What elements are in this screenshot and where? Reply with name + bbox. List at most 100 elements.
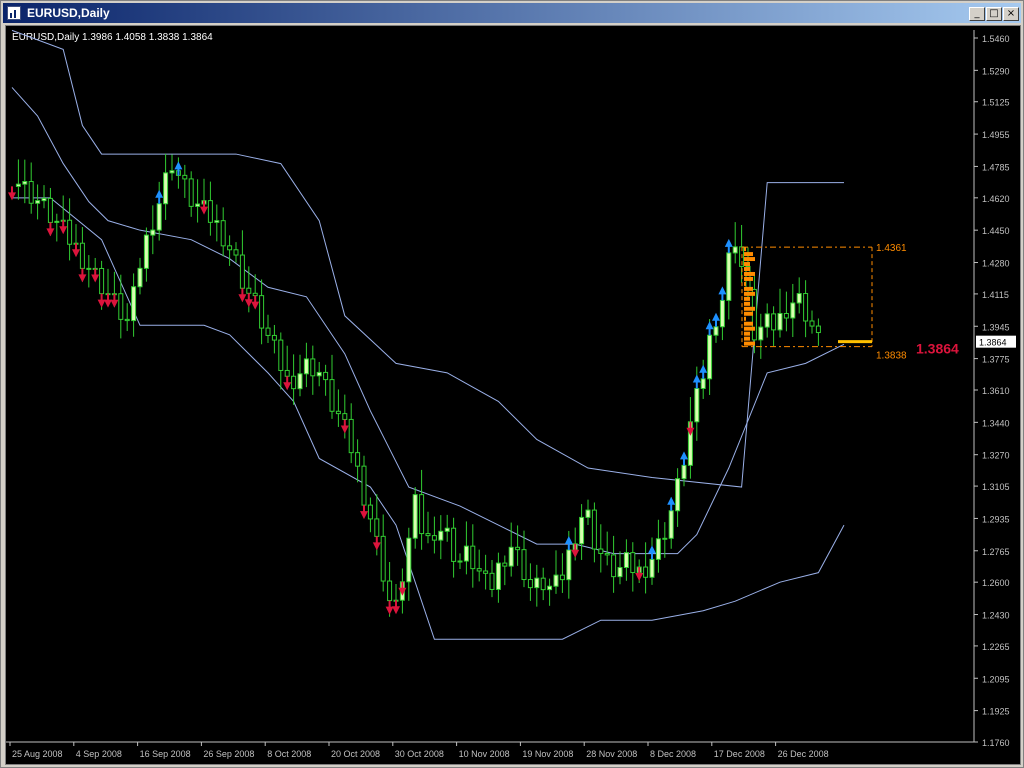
- candle-body: [335, 410, 341, 415]
- volume-profile-bar: [744, 252, 753, 257]
- x-tick-label: 25 Aug 2008: [12, 749, 63, 759]
- candle-body: [803, 293, 809, 322]
- sell-arrow-icon: [251, 295, 260, 310]
- candle-body: [163, 172, 169, 205]
- candle-body: [297, 373, 303, 390]
- minimize-button[interactable]: _: [969, 7, 985, 21]
- y-tick-label: 1.2600: [982, 578, 1010, 588]
- x-tick-label: 16 Sep 2008: [140, 749, 191, 759]
- sell-arrow-icon: [200, 200, 208, 215]
- candle-body: [342, 413, 348, 420]
- sell-arrow-icon: [97, 293, 106, 308]
- candle-body: [777, 312, 783, 331]
- x-tick-label: 30 Oct 2008: [395, 749, 444, 759]
- candle-body: [355, 452, 361, 467]
- y-tick-label: 1.5460: [982, 34, 1010, 44]
- candle-body: [303, 358, 309, 375]
- buy-arrow-icon: [724, 238, 733, 253]
- buy-arrow-icon: [174, 161, 183, 176]
- y-tick-label: 1.5290: [982, 66, 1010, 76]
- candle-body: [451, 527, 457, 562]
- sell-arrow-icon: [340, 419, 349, 434]
- y-tick-label: 1.4620: [982, 194, 1010, 204]
- sell-arrow-icon: [283, 376, 292, 391]
- candle-body: [815, 325, 821, 334]
- candle-body: [329, 379, 335, 412]
- candle-body: [790, 302, 796, 319]
- candle-body: [559, 574, 565, 581]
- volume-profile-bar: [744, 296, 750, 301]
- candle-body: [502, 562, 508, 567]
- channel-line-outer-upper: [11, 29, 844, 488]
- candle-body: [233, 249, 239, 256]
- buy-arrow-icon: [699, 364, 708, 379]
- candle-body: [28, 181, 34, 204]
- volume-profile-bar: [744, 276, 753, 281]
- range-high-label: 1.4361: [876, 243, 907, 254]
- candle-body: [367, 504, 373, 520]
- volume-profile-bar: [744, 247, 746, 252]
- candle-body: [553, 574, 559, 587]
- candle-body: [527, 579, 533, 589]
- big-price-label: 1.3864: [916, 341, 959, 357]
- buy-arrow-icon: [705, 321, 714, 336]
- range-low-label: 1.3838: [876, 351, 907, 362]
- volume-profile-bar: [744, 267, 750, 271]
- volume-profile-bar: [744, 301, 750, 306]
- volume-profile-bar: [744, 257, 755, 262]
- candle-body: [419, 494, 425, 535]
- candle-body: [463, 545, 469, 562]
- y-tick-label: 1.4785: [982, 162, 1010, 172]
- volume-profile-bar: [744, 341, 755, 346]
- candle-body: [444, 527, 450, 532]
- candle-body: [591, 509, 597, 550]
- candle-body: [220, 220, 226, 247]
- candle-body: [719, 299, 725, 328]
- candle-body: [380, 535, 386, 582]
- volume-profile-bar: [744, 271, 755, 276]
- terminal-window: EURUSD,Daily _ □ × EURUSD,Daily 1.3986 1…: [0, 0, 1024, 768]
- volume-profile-bar: [744, 321, 753, 326]
- candle-body: [239, 254, 245, 289]
- chart-area[interactable]: EURUSD,Daily 1.3986 1.4058 1.3838 1.3864…: [5, 25, 1021, 765]
- maximize-button[interactable]: □: [986, 7, 1002, 21]
- candle-body: [54, 220, 60, 223]
- y-tick-label: 1.3945: [982, 322, 1010, 332]
- candle-body: [515, 546, 521, 551]
- buy-arrow-icon: [155, 189, 164, 204]
- candle-body: [732, 246, 738, 254]
- candle-body: [278, 339, 284, 371]
- candle-body: [495, 562, 501, 590]
- sell-arrow-icon: [238, 288, 247, 303]
- candle-body: [547, 585, 553, 591]
- candle-body: [361, 465, 367, 506]
- candle-body: [643, 566, 649, 578]
- candle-body: [623, 552, 629, 569]
- candle-body: [585, 509, 591, 518]
- sell-arrow-icon: [398, 581, 407, 596]
- y-tick-label: 1.3775: [982, 355, 1010, 365]
- price-chart[interactable]: EURUSD,Daily 1.3986 1.4058 1.3838 1.3864…: [6, 26, 1020, 764]
- y-tick-label: 1.3610: [982, 386, 1010, 396]
- candle-body: [598, 548, 604, 554]
- candle-body: [521, 549, 527, 581]
- sell-arrow-icon: [392, 600, 400, 615]
- x-tick-label: 19 Nov 2008: [522, 749, 573, 759]
- close-button[interactable]: ×: [1003, 7, 1019, 21]
- candle-body: [604, 552, 610, 556]
- candle-body: [617, 567, 623, 578]
- candle-body: [611, 554, 617, 578]
- candle-body: [540, 577, 546, 591]
- candle-body: [150, 229, 156, 236]
- candle-body: [476, 568, 482, 572]
- candle-body: [214, 220, 220, 223]
- candle-body: [508, 546, 514, 567]
- sell-arrow-icon: [686, 421, 695, 436]
- candle-body: [156, 203, 162, 231]
- candle-body: [188, 178, 194, 207]
- volume-profile-bar: [744, 311, 753, 316]
- candle-body: [425, 533, 431, 537]
- title-bar: EURUSD,Daily _ □ ×: [3, 3, 1021, 23]
- candle-body: [143, 234, 149, 269]
- x-tick-label: 26 Dec 2008: [778, 749, 829, 759]
